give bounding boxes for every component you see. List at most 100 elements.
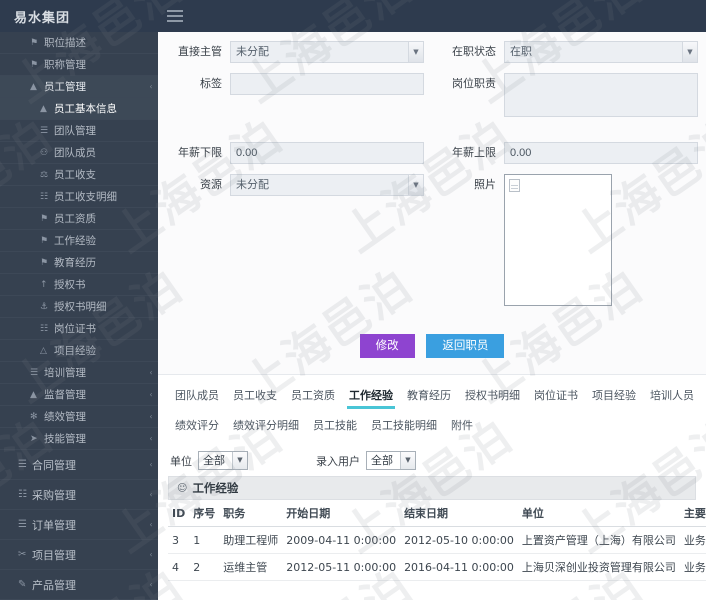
modify-button[interactable]: 修改: [359, 334, 415, 358]
sidebar-item-label: 项目管理: [32, 548, 76, 562]
tab-2[interactable]: 员工技能: [306, 411, 364, 441]
field-resource: 资源 未分配 ▼: [158, 169, 432, 311]
chevron-down-icon[interactable]: ▼: [400, 452, 415, 469]
work-icon: ⚑: [40, 235, 49, 246]
cell-unit: 上置资产管理（上海）有限公司: [517, 526, 680, 554]
tag-input[interactable]: [230, 73, 424, 95]
column-header-2[interactable]: 职务: [219, 500, 283, 527]
sidebar-item-18[interactable]: ➤ 技能管理 ‹: [0, 428, 158, 450]
sidebar-item-16[interactable]: ▲ 监督管理 ‹: [0, 384, 158, 406]
tab-label: 绩效评分明细: [233, 419, 299, 432]
sidebar-item-6[interactable]: ⚖ 员工收支: [0, 164, 158, 186]
chevron-left-icon: ‹: [149, 434, 153, 443]
status-label: 在职状态: [452, 45, 496, 58]
sidebar-item-3[interactable]: ▲ 员工基本信息: [0, 98, 158, 120]
tab-8[interactable]: 培训人员: [643, 381, 701, 411]
training-icon: ☰: [30, 367, 39, 378]
sidebar-item-13[interactable]: ☷ 岗位证书: [0, 318, 158, 340]
sidebar-item-8[interactable]: ⚑ 员工资质: [0, 208, 158, 230]
tab-1[interactable]: 绩效评分明细: [226, 411, 306, 441]
hamburger-icon[interactable]: [158, 0, 192, 32]
chevron-down-icon[interactable]: ▼: [682, 42, 697, 62]
sidebar-item-19[interactable]: ☰ 合同管理 ‹: [0, 450, 158, 480]
table-row[interactable]: 4 2 运维主管 2012-05-11 0:00:00 2016-04-11 0:00:…: [168, 553, 706, 581]
tab-3[interactable]: 员工技能明细: [364, 411, 444, 441]
sidebar-item-label: 职称管理: [44, 59, 86, 71]
column-header-1[interactable]: 序号: [189, 500, 220, 527]
back-button[interactable]: 返回职员: [426, 334, 505, 358]
tab-0[interactable]: 团队成员: [168, 381, 226, 411]
tab-2[interactable]: 员工资质: [284, 381, 342, 411]
user-filter-select[interactable]: 全部 ▼: [366, 451, 416, 470]
sidebar-item-9[interactable]: ⚑ 工作经验: [0, 230, 158, 252]
tab-7[interactable]: 项目经验: [585, 381, 643, 411]
resource-value: 未分配: [236, 178, 269, 191]
resource-select[interactable]: 未分配 ▼: [230, 174, 424, 196]
sidebar-item-22[interactable]: ✂ 项目管理 ‹: [0, 540, 158, 570]
column-header-0[interactable]: ID: [168, 500, 190, 527]
supervise-icon: ▲: [30, 389, 37, 400]
supervisor-select[interactable]: 未分配 ▼: [230, 41, 424, 63]
table-row[interactable]: 3 1 助理工程师 2009-04-11 0:00:00 2012-05-10 0:00…: [168, 526, 706, 554]
tab-label: 教育经历: [407, 389, 451, 402]
sidebar-item-14[interactable]: △ 项目经验: [0, 340, 158, 362]
projects-icon: ✂: [18, 549, 27, 560]
edu-icon: ⚑: [40, 257, 49, 268]
sidebar-item-label: 合同管理: [32, 458, 76, 472]
unit-filter-select[interactable]: 全部 ▼: [198, 451, 248, 470]
sidebar-item-10[interactable]: ⚑ 教育经历: [0, 252, 158, 274]
column-header-6[interactable]: 主要职责: [679, 500, 706, 527]
sidebar-item-15[interactable]: ☰ 培训管理 ‹: [0, 362, 158, 384]
sidebar-item-11[interactable]: ↑ 授权书: [0, 274, 158, 296]
sidebar-item-20[interactable]: ☷ 采购管理 ‹: [0, 480, 158, 510]
cell-start: 2012-05-11 0:00:00: [282, 553, 401, 581]
key-detail-icon: ⚓: [40, 301, 49, 312]
chevron-down-icon[interactable]: ▼: [232, 452, 247, 469]
tab-3[interactable]: 工作经验: [342, 381, 400, 411]
sidebar-item-0[interactable]: ⚑ 职位描述: [0, 32, 158, 54]
sidebar-item-2[interactable]: ▲ 员工管理 ‹: [0, 76, 158, 98]
sidebar-item-12[interactable]: ⚓ 授权书明细: [0, 296, 158, 318]
sidebar-item-23[interactable]: ✎ 产品管理 ‹: [0, 570, 158, 600]
sidebar-item-7[interactable]: ☷ 员工收支明细: [0, 186, 158, 208]
tab-5[interactable]: 授权书明细: [458, 381, 527, 411]
sidebar-item-1[interactable]: ⚑ 职称管理: [0, 54, 158, 76]
chevron-down-icon[interactable]: ▼: [408, 175, 423, 195]
sidebar-item-label: 项目经验: [54, 345, 96, 357]
column-header-3[interactable]: 开始日期: [282, 500, 401, 527]
sidebar-item-label: 工作经验: [54, 235, 96, 247]
performance-icon: ✻: [30, 411, 38, 422]
money-icon: ⚖: [40, 169, 49, 180]
brand-logo[interactable]: 易水集团: [0, 0, 158, 32]
tab-0[interactable]: 绩效评分: [168, 411, 226, 441]
sidebar-item-5[interactable]: ⚇ 团队成员: [0, 142, 158, 164]
status-select[interactable]: 在职 ▼: [504, 41, 698, 63]
photo-box[interactable]: [504, 174, 612, 306]
field-status: 在职状态 在职 ▼: [432, 36, 706, 68]
chevron-left-icon: ‹: [149, 390, 153, 399]
top-bar: 易水集团: [0, 0, 706, 32]
tab-4[interactable]: 附件: [444, 411, 480, 441]
column-header-5[interactable]: 单位: [517, 500, 680, 527]
chevron-left-icon: ‹: [149, 490, 153, 499]
contract-icon: ☰: [18, 459, 27, 470]
sidebar-item-17[interactable]: ✻ 绩效管理 ‹: [0, 406, 158, 428]
salary-max-input[interactable]: [504, 142, 698, 164]
sidebar-item-4[interactable]: ☰ 团队管理: [0, 120, 158, 142]
tabs-panel: 团队成员 员工收支 员工资质 工作经验 教育经历 授权书明细 岗位证书 项目经验 培训人员 绩效…: [158, 374, 706, 441]
salary-min-input[interactable]: [230, 142, 424, 164]
duty-textarea[interactable]: [504, 73, 698, 117]
tab-6[interactable]: 岗位证书: [527, 381, 585, 411]
sidebar[interactable]: ⚑ 职位描述 ⚑ 职称管理 ▲ 员工管理 ‹ ▲ 员工基本信息 ☰ 团队管理 ⚇ 团队成员 ⚖ 员工收支 ☷ 员…: [0, 32, 158, 600]
tab-4[interactable]: 教育经历: [400, 381, 458, 411]
cell-id: 4: [168, 553, 190, 581]
chevron-down-icon[interactable]: ▼: [408, 42, 423, 62]
tabs-row-1: 团队成员 员工收支 员工资质 工作经验 教育经历 授权书明细 岗位证书 项目经验 培训人员: [168, 381, 702, 411]
column-header-4[interactable]: 结束日期: [400, 500, 518, 527]
tab-label: 团队成员: [175, 389, 219, 402]
tab-1[interactable]: 员工收支: [226, 381, 284, 411]
cell-job: 运维主管: [219, 553, 283, 581]
sidebar-item-label: 授权书明细: [54, 301, 107, 313]
cell-duty: 业务系统运维: [679, 526, 706, 554]
sidebar-item-21[interactable]: ☰ 订单管理 ‹: [0, 510, 158, 540]
